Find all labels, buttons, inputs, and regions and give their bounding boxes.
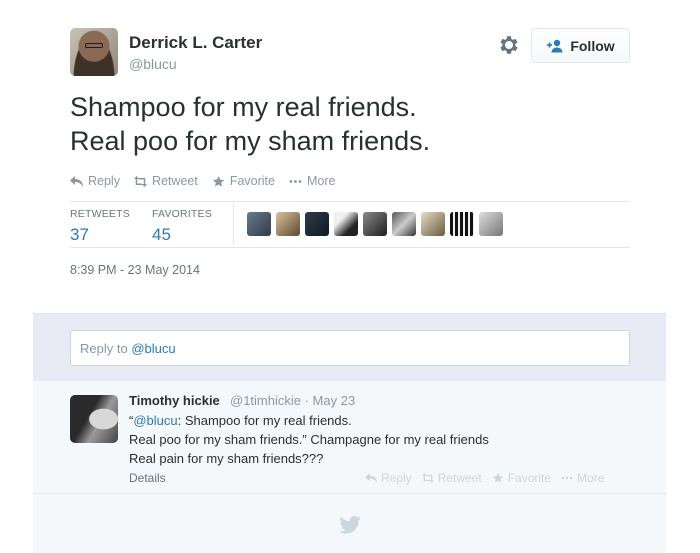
favoriter-avatar[interactable] (305, 212, 329, 236)
reply-composer-area: Reply to @blucu (33, 313, 666, 381)
stats-divider-top (70, 201, 630, 202)
reply-retweet-label: Retweet (437, 471, 482, 485)
favoriter-avatar[interactable] (363, 212, 387, 236)
reply-reply-action[interactable]: Reply (365, 471, 412, 485)
retweets-count: 37 (70, 225, 89, 244)
add-person-icon (547, 39, 563, 52)
tweet-actions: Reply Retweet Favorite More (70, 174, 335, 188)
tweet-line-1: Shampoo for my real friends. (70, 92, 417, 122)
twitter-bird-icon[interactable] (339, 516, 361, 534)
author-avatar[interactable] (70, 28, 118, 76)
retweet-label: Retweet (151, 174, 198, 188)
reply-details-link[interactable]: Details (129, 471, 166, 485)
reply-retweet-action[interactable]: Retweet (421, 471, 482, 485)
tweet-timestamp[interactable]: 8:39 PM - 23 May 2014 (70, 263, 200, 277)
reply-label: Reply (88, 174, 120, 188)
follow-button[interactable]: Follow (531, 28, 630, 63)
retweet-icon (133, 175, 147, 187)
favorites-label: FAVORITES (152, 208, 212, 220)
reply-favorite-action[interactable]: Favorite (492, 471, 551, 485)
reply-icon (365, 473, 377, 483)
favoriter-avatar[interactable] (421, 212, 445, 236)
more-label: More (306, 174, 336, 188)
favorites-stat[interactable]: FAVORITES 45 (152, 208, 212, 245)
reply-line-3: Real pain for my sham friends??? (129, 451, 324, 466)
author-name[interactable]: Derrick L. Carter (129, 33, 262, 53)
embed-footer (33, 494, 666, 553)
stats-vertical-divider (233, 203, 234, 245)
favoriter-avatar[interactable] (276, 212, 300, 236)
more-dots-icon (561, 476, 573, 480)
retweets-label: RETWEETS (70, 208, 130, 220)
favorite-label: Favorite (229, 174, 275, 188)
reply-actions: Reply Retweet Favorite More (365, 471, 604, 485)
more-dots-icon (289, 179, 302, 183)
reply-action[interactable]: Reply (70, 174, 120, 188)
favoriters-avatars (247, 212, 503, 236)
reply-author-name[interactable]: Timothy hickie (129, 393, 220, 408)
reply-tweet[interactable]: Timothy hickie @1timhickie · May 23 “@bl… (33, 381, 666, 494)
star-icon (212, 175, 225, 187)
reply-line-2: Real poo for my sham friends.” Champagne… (129, 432, 489, 447)
follow-label: Follow (570, 37, 615, 54)
reply-prefix: Reply to (80, 341, 132, 356)
stats-divider-bottom (70, 247, 630, 248)
star-icon (492, 473, 503, 483)
favoriter-avatar[interactable] (450, 212, 474, 236)
favoriter-avatar[interactable] (247, 212, 271, 236)
reply-icon (70, 175, 83, 187)
reply-mention: @blucu (131, 341, 176, 356)
favoriter-avatar[interactable] (392, 212, 416, 236)
reply-line-1: : Shampoo for my real friends. (177, 413, 352, 428)
tweet-text: Shampoo for my real friends. Real poo fo… (70, 90, 630, 158)
more-action[interactable]: More (289, 174, 335, 188)
reply-input[interactable]: Reply to @blucu (70, 330, 630, 366)
tweet-line-2: Real poo for my sham friends. (70, 126, 431, 156)
reply-more-action[interactable]: More (561, 471, 604, 485)
reply-text-mention[interactable]: @blucu (133, 413, 177, 428)
favorite-action[interactable]: Favorite (212, 174, 275, 188)
reply-more-label: More (577, 471, 605, 485)
reply-text: “@blucu: Shampoo for my real friends. Re… (129, 411, 489, 468)
retweets-stat[interactable]: RETWEETS 37 (70, 208, 130, 245)
favorites-count: 45 (152, 225, 171, 244)
retweet-action[interactable]: Retweet (133, 174, 198, 188)
reply-author-avatar[interactable] (70, 395, 118, 443)
gear-icon[interactable] (497, 33, 521, 57)
reply-author-meta[interactable]: @1timhickie · May 23 (230, 393, 355, 408)
reply-favorite-label: Favorite (507, 471, 552, 485)
author-handle[interactable]: @blucu (129, 56, 177, 72)
favoriter-avatar[interactable] (334, 212, 358, 236)
favoriter-avatar[interactable] (479, 212, 503, 236)
reply-reply-label: Reply (381, 471, 412, 485)
retweet-icon (421, 473, 434, 483)
